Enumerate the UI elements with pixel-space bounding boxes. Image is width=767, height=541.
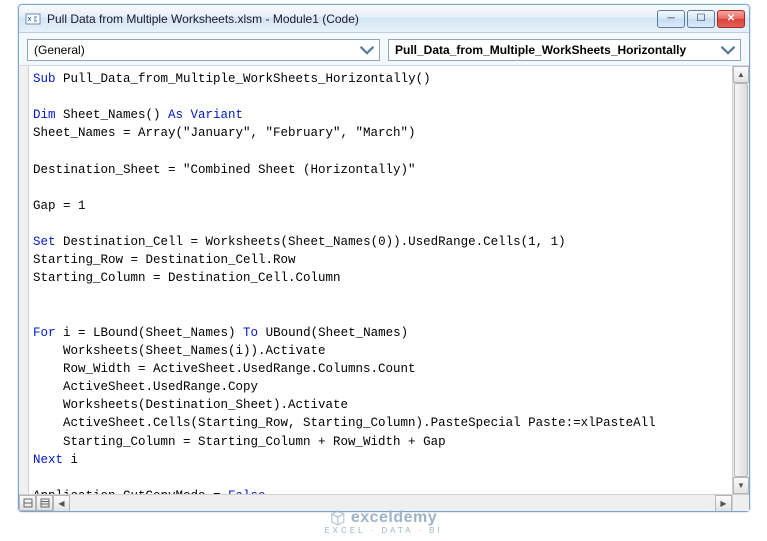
scroll-right-button[interactable]: ▶: [715, 495, 732, 511]
horizontal-scrollbar[interactable]: ◀ ▶: [19, 494, 732, 511]
watermark-icon: [330, 510, 346, 526]
object-procedure-bar: (General) Pull_Data_from_Multiple_WorkSh…: [19, 33, 749, 66]
minimize-button[interactable]: ─: [657, 10, 685, 28]
scrollbar-corner: [732, 494, 749, 511]
code-editor[interactable]: Sub Pull_Data_from_Multiple_WorkSheets_H…: [19, 66, 749, 511]
scroll-up-button[interactable]: ▲: [733, 66, 749, 83]
full-module-view-button[interactable]: [36, 495, 53, 511]
object-dropdown[interactable]: (General): [27, 39, 380, 61]
vertical-scrollbar[interactable]: ▲ ▼: [732, 66, 749, 494]
vba-code-window: Pull Data from Multiple Worksheets.xlsm …: [18, 4, 750, 512]
titlebar[interactable]: Pull Data from Multiple Worksheets.xlsm …: [19, 5, 749, 33]
module-icon: [25, 11, 41, 27]
chevron-down-icon: [359, 42, 375, 58]
scroll-track[interactable]: [733, 83, 749, 477]
scroll-track-h[interactable]: [70, 495, 715, 511]
chevron-down-icon: [720, 42, 736, 58]
code-text: Sub Pull_Data_from_Multiple_WorkSheets_H…: [33, 70, 656, 511]
scroll-left-button[interactable]: ◀: [53, 495, 70, 511]
close-button[interactable]: ✕: [717, 10, 745, 28]
watermark-subtitle: EXCEL · DATA · BI: [324, 526, 442, 535]
margin-indicator-bar: [19, 66, 29, 511]
scroll-down-button[interactable]: ▼: [733, 477, 749, 494]
watermark: exceldemy EXCEL · DATA · BI: [324, 509, 442, 535]
window-title: Pull Data from Multiple Worksheets.xlsm …: [47, 12, 657, 26]
procedure-view-button[interactable]: [19, 495, 36, 511]
window-controls: ─ ☐ ✕: [657, 10, 745, 28]
procedure-dropdown-value: Pull_Data_from_Multiple_WorkSheets_Horiz…: [395, 43, 720, 57]
procedure-dropdown[interactable]: Pull_Data_from_Multiple_WorkSheets_Horiz…: [388, 39, 741, 61]
maximize-button[interactable]: ☐: [687, 10, 715, 28]
scroll-thumb[interactable]: [734, 83, 748, 477]
object-dropdown-value: (General): [34, 43, 359, 57]
